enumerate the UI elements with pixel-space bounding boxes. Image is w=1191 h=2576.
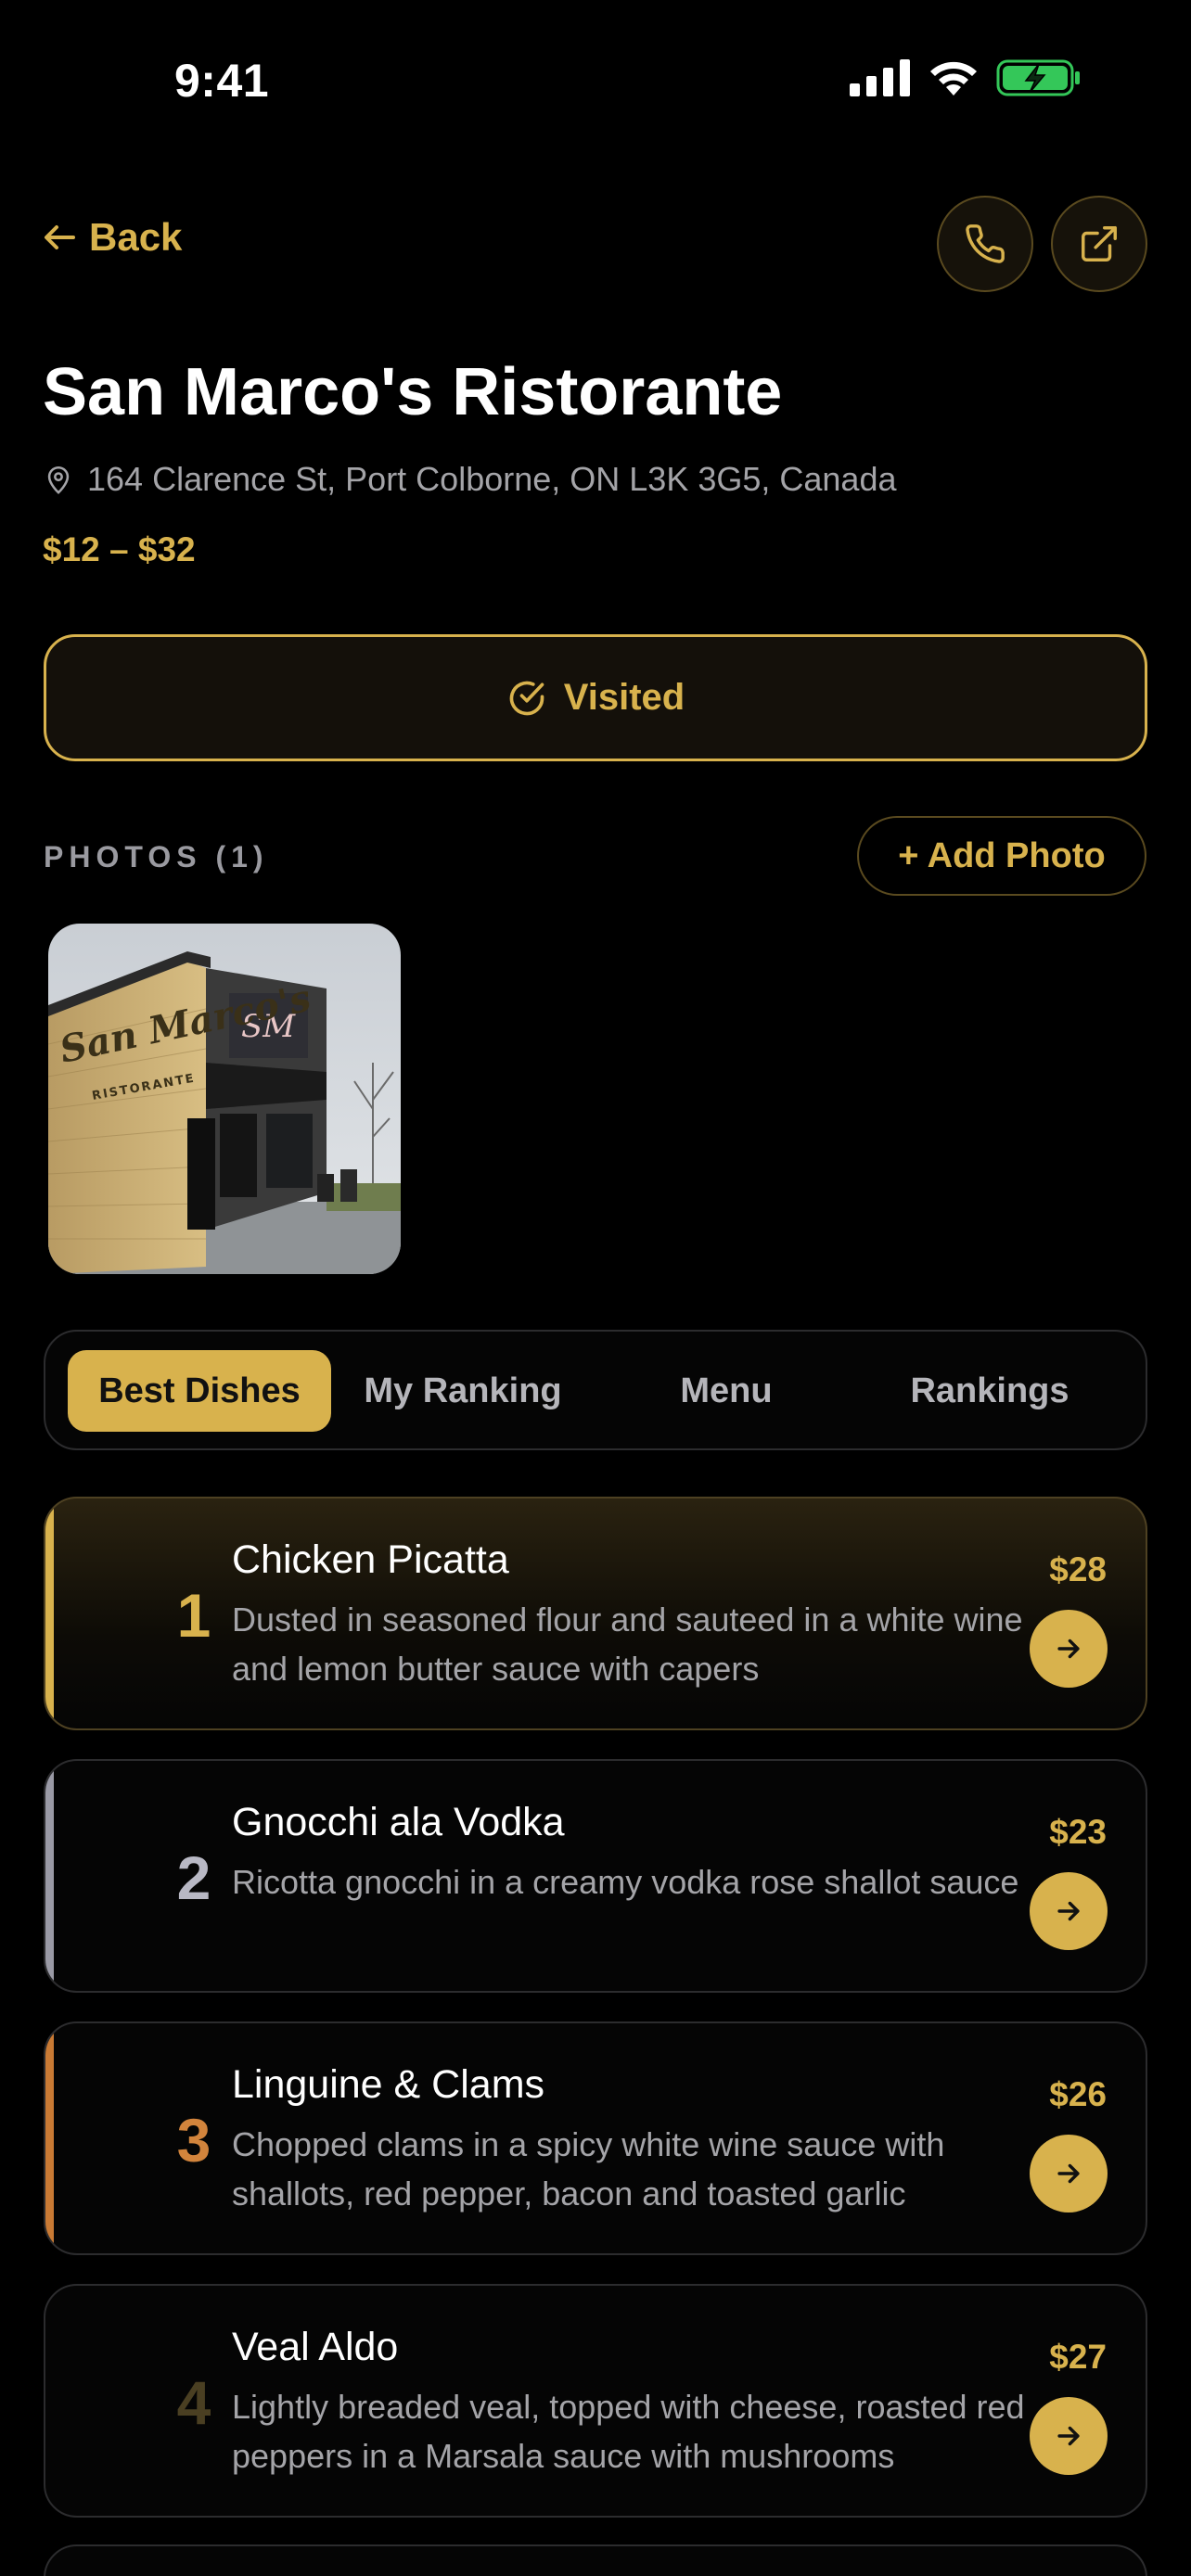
dish-price: $23 [1049,1813,1107,1851]
arrow-right-icon [1057,1639,1080,1659]
dish-open-button[interactable] [1030,1872,1108,1950]
check-circle-icon [509,681,544,715]
dish-name: Gnocchi ala Vodka [232,1800,565,1844]
restaurant-photo[interactable]: SM San Marco's RISTORANTE [48,924,401,1274]
arrow-right-icon [1057,2426,1080,2446]
dish-open-button[interactable] [1030,2135,1108,2213]
dish-description: Dusted in seasoned flour and sauteed in … [232,1600,1023,1688]
restaurant-name: San Marco's Ristorante [43,355,783,429]
restaurant-address: 164 Clarence St, Port Colborne, ON L3K 3… [43,460,897,499]
dish-card[interactable]: 3 Linguine & Clams Chopped clams in a sp… [44,2021,1147,2255]
rank-accent-bar [45,1498,54,1728]
open-external-button[interactable] [1051,196,1147,292]
dish-price: $27 [1049,2338,1107,2376]
dish-card-partial[interactable] [44,2544,1147,2576]
dish-name: Linguine & Clams [232,2062,545,2107]
arrow-right-icon [1057,1901,1080,1921]
status-icons [850,57,1082,98]
dish-card[interactable]: 1 Chicken Picatta Dusted in seasoned flo… [44,1497,1147,1730]
dish-description: Chopped clams in a spicy white wine sauc… [232,2125,945,2213]
signal-icon [850,59,910,96]
photos-section-label: PHOTOS (1) [44,840,269,874]
status-time: 9:41 [174,55,270,107]
phone-icon [966,224,1005,263]
restaurant-photo-image: SM San Marco's RISTORANTE [48,924,401,1274]
external-link-icon [1082,226,1117,261]
dish-price: $28 [1049,1550,1107,1588]
arrow-left-icon [45,225,75,249]
tab-rankings[interactable]: Rankings [858,1350,1121,1432]
map-pin-icon [47,465,70,494]
call-button[interactable] [937,196,1033,292]
status-bar: 9:41 [0,0,1191,148]
dish-card[interactable]: 4 Veal Aldo Lightly breaded veal, topped… [44,2284,1147,2518]
visited-button[interactable]: Visited [44,634,1147,761]
arrow-right-icon [1057,2163,1080,2184]
dish-description: Ricotta gnocchi in a creamy vodka rose s… [232,1863,1019,1901]
restaurant-detail-screen: 9:41 Back San Marco's Ristorante 164 Cla… [0,0,1191,2576]
battery-charging-icon [996,59,1080,96]
address-text: 164 Clarence St, Port Colborne, ON L3K 3… [87,460,897,498]
dish-price: $26 [1049,2075,1107,2113]
back-label: Back [89,215,183,259]
price-range: $12 – $32 [43,530,196,568]
tab-menu[interactable]: Menu [595,1350,858,1432]
rank-accent-bar [45,1761,54,1991]
rank-accent-bar [45,2023,54,2253]
dish-open-button[interactable] [1030,1610,1108,1688]
dish-description: Lightly breaded veal, topped with cheese… [232,2388,1025,2475]
dish-name: Veal Aldo [232,2325,399,2369]
dish-open-button[interactable] [1030,2397,1108,2475]
add-photo-button[interactable]: + Add Photo [857,816,1146,896]
tab-best-dishes[interactable]: Best Dishes [68,1350,331,1432]
segmented-tabs: Best Dishes My Ranking Menu Rankings [44,1330,1147,1450]
back-button[interactable]: Back [43,215,182,260]
dish-name: Chicken Picatta [232,1537,509,1582]
dish-card[interactable]: 2 Gnocchi ala Vodka Ricotta gnocchi in a… [44,1759,1147,1993]
tab-my-ranking[interactable]: My Ranking [331,1350,595,1432]
visited-label: Visited [563,677,685,718]
wifi-icon [930,61,977,96]
